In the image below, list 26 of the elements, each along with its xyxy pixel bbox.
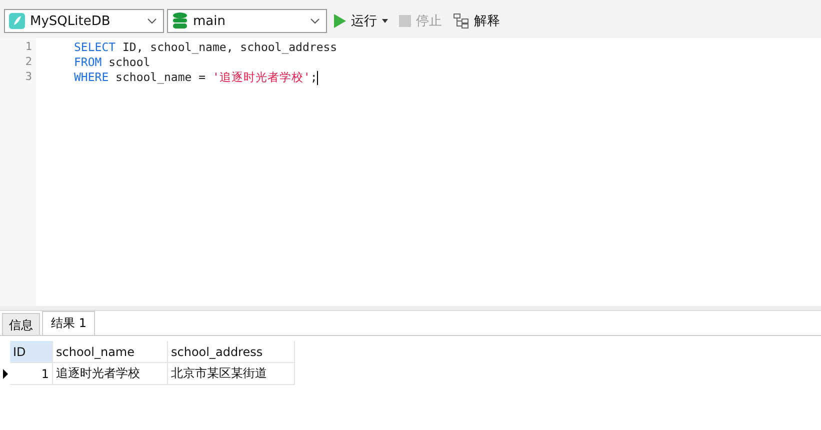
diagram-icon — [453, 13, 469, 29]
caret-icon — [382, 19, 388, 23]
play-icon — [334, 14, 346, 28]
result-tab[interactable]: 信息 — [2, 313, 40, 335]
database-dropdown[interactable]: main — [167, 9, 327, 33]
result-tab[interactable]: 结果 1 — [42, 311, 96, 335]
database-icon — [172, 12, 188, 30]
line-number: 3 — [24, 70, 33, 85]
column-header[interactable]: ID — [10, 341, 53, 363]
line-number: 1 — [24, 40, 33, 55]
table-cell: 北京市某区某街道 — [168, 363, 295, 385]
column-header[interactable]: school_name — [53, 341, 168, 363]
feather-icon — [9, 13, 25, 29]
stop-icon — [399, 15, 411, 27]
table-cell: 追逐时光者学校 — [53, 363, 168, 385]
column-header[interactable]: school_address — [168, 341, 295, 363]
code-line: FROM school — [74, 55, 152, 70]
chevron-icon — [310, 18, 320, 24]
table-cell: 1 — [10, 363, 53, 385]
line-number: 2 — [24, 55, 33, 70]
explain-button[interactable]: 解释 — [449, 12, 504, 30]
run-button[interactable]: 运行 — [330, 12, 392, 30]
code-line: SELECT ID, school_name, school_address — [74, 40, 338, 55]
chevron-icon — [147, 18, 157, 24]
code-line: WHERE school_name = '追逐时光者学校'; — [74, 70, 320, 85]
connection-dropdown[interactable]: MySQLiteDB — [4, 9, 164, 33]
